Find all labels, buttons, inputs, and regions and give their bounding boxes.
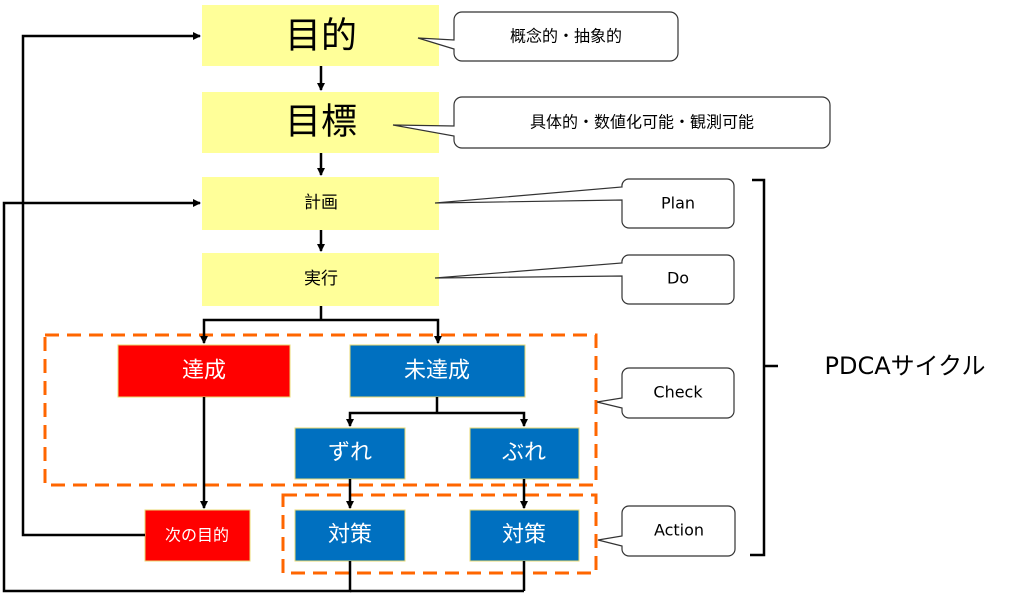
callout-do <box>434 254 735 305</box>
deviation-label: ずれ <box>328 441 372 466</box>
callout-goal-text: 具体的・数値化可能・観測可能 <box>530 113 754 132</box>
callout-purpose-text: 概念的・抽象的 <box>510 27 622 46</box>
arrow-to-achieved <box>200 318 321 344</box>
arrow-to-variance <box>437 411 528 427</box>
goal-label: 目標 <box>285 102 357 143</box>
achieved-label: 達成 <box>182 359 226 384</box>
pdca-bracket <box>750 178 778 557</box>
not-achieved-label: 未達成 <box>404 359 470 384</box>
variance-label: ぶれ <box>502 441 546 466</box>
callout-do-text: Do <box>667 269 689 288</box>
arrow-to-not-achieved <box>321 318 442 344</box>
pdca-diagram: 目的 目標 計画 実行 達成 未達成 ずれ ぶれ 次の目的 対策 対策 概念的・… <box>2 5 986 593</box>
next-purpose-label: 次の目的 <box>165 526 229 545</box>
plan-label: 計画 <box>304 193 338 213</box>
callout-plan-text: Plan <box>661 194 695 213</box>
callout-check-text: Check <box>653 383 703 402</box>
purpose-label: 目的 <box>285 16 357 57</box>
pdca-cycle-label: PDCAサイクル <box>825 352 986 380</box>
loop-next-purpose-to-purpose <box>21 32 201 537</box>
countermeasure-label-2: 対策 <box>502 523 546 548</box>
callout-action-text: Action <box>654 521 704 540</box>
arrow-to-deviation <box>346 411 437 427</box>
countermeasure-label-1: 対策 <box>328 523 372 548</box>
execution-label: 実行 <box>304 269 338 289</box>
